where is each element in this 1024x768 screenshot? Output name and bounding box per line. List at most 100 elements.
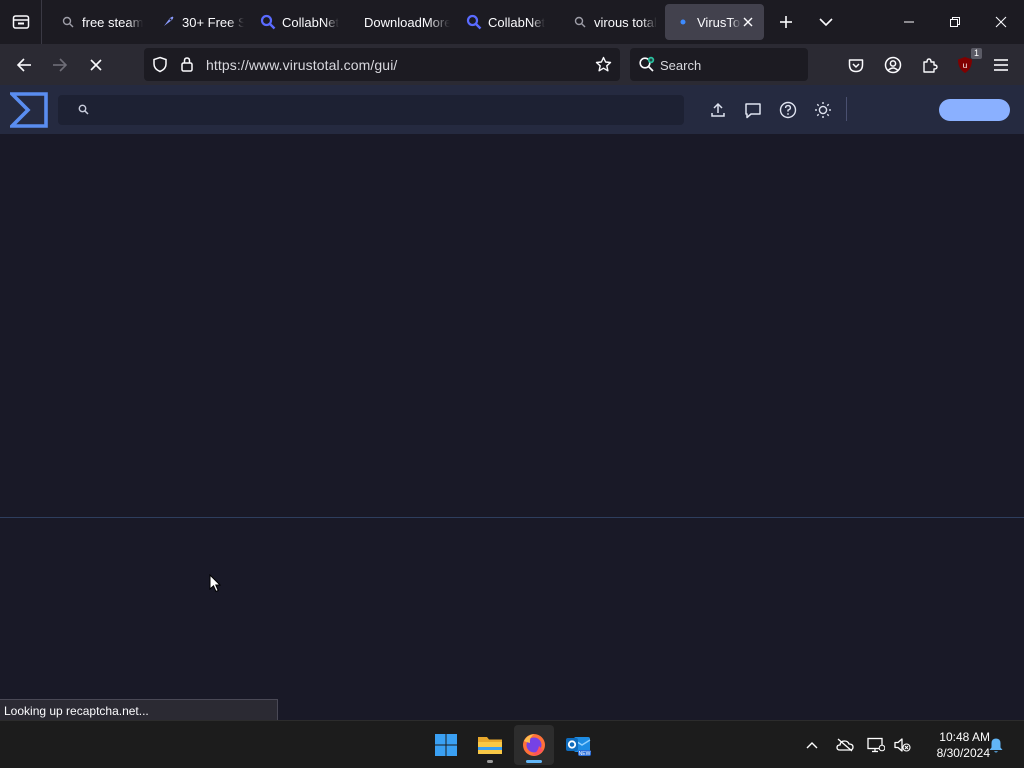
tab-collabnet-2[interactable]: CollabNet xyxy=(452,4,552,40)
windows-start-icon xyxy=(435,734,457,756)
taskbar-outlook[interactable]: NEW xyxy=(558,725,598,765)
search-placeholder: Search xyxy=(660,58,702,73)
onedrive-offline-icon xyxy=(836,738,854,752)
tab-title: virous total xyxy=(594,14,657,30)
pocket-button[interactable] xyxy=(841,50,871,80)
search-icon xyxy=(78,104,89,115)
clock-date: 8/30/2024 xyxy=(936,746,990,760)
tab-title: CollabNet xyxy=(282,14,340,30)
chat-icon xyxy=(745,102,761,118)
new-tab-button[interactable] xyxy=(772,8,800,36)
close-window-button[interactable] xyxy=(978,0,1024,44)
upload-file-button[interactable] xyxy=(707,99,729,121)
svg-text:u: u xyxy=(963,61,967,70)
tab-downloadmore[interactable]: DownloadMore xyxy=(350,4,450,40)
chevron-up-icon xyxy=(806,742,818,749)
restore-icon xyxy=(950,17,960,27)
running-indicator xyxy=(487,760,493,763)
taskbar-firefox[interactable] xyxy=(514,725,554,765)
firefox-view-button[interactable] xyxy=(0,0,42,44)
url-bar[interactable]: https://www.virustotal.com/gui/ xyxy=(144,48,620,81)
forward-button[interactable] xyxy=(45,50,75,80)
volume-tray[interactable] xyxy=(892,735,912,755)
tab-title: VirusTotal xyxy=(697,14,741,30)
start-button[interactable] xyxy=(426,725,466,765)
sign-in-button-placeholder[interactable] xyxy=(939,99,1010,121)
firefox-view-icon xyxy=(12,15,29,29)
speaker-muted-icon xyxy=(894,738,911,752)
virustotal-search-box[interactable] xyxy=(58,95,684,125)
virustotal-footer xyxy=(0,518,1024,720)
account-icon xyxy=(884,56,902,74)
app-menu-button[interactable] xyxy=(986,50,1016,80)
collabnet-search-icon xyxy=(466,14,482,30)
clock-time: 10:48 AM xyxy=(939,730,990,744)
theme-toggle-button[interactable] xyxy=(812,99,834,121)
upload-icon xyxy=(711,102,725,117)
back-button[interactable] xyxy=(9,50,39,80)
account-button[interactable] xyxy=(878,50,908,80)
collabnet-search-icon xyxy=(260,14,276,30)
network-tray[interactable] xyxy=(866,735,886,755)
network-ethernet-icon xyxy=(867,737,885,753)
ublock-extension-button[interactable]: u 1 xyxy=(950,48,982,80)
extension-badge: 1 xyxy=(970,48,982,59)
tab-free-steam[interactable]: free steam xyxy=(46,4,146,40)
navigation-toolbar: https://www.virustotal.com/gui/ Search u… xyxy=(0,44,1024,85)
bookmark-star-icon[interactable] xyxy=(595,56,612,73)
virustotal-search-input[interactable] xyxy=(98,95,668,125)
tab-virous-total[interactable]: virous total xyxy=(558,4,658,40)
minimize-button[interactable] xyxy=(886,0,932,44)
rocket-icon xyxy=(160,14,176,30)
url-text: https://www.virustotal.com/gui/ xyxy=(206,57,398,73)
forward-arrow-icon xyxy=(53,58,68,72)
virustotal-logo[interactable] xyxy=(10,92,48,128)
ublock-origin-icon: u xyxy=(958,57,972,73)
tab-collabnet-1[interactable]: CollabNet xyxy=(246,4,346,40)
header-divider xyxy=(846,97,847,121)
lock-icon[interactable] xyxy=(180,56,194,72)
list-all-tabs-button[interactable] xyxy=(812,8,840,36)
status-panel: Looking up recaptcha.net... xyxy=(0,699,278,721)
tab-title: CollabNet xyxy=(488,14,546,30)
system-clock[interactable]: 10:48 AM 8/30/2024 xyxy=(918,729,990,761)
search-engine-icon xyxy=(638,56,656,74)
virustotal-main-loading xyxy=(0,134,1024,516)
active-indicator xyxy=(526,760,542,763)
tab-title: DownloadMore xyxy=(364,14,450,30)
taskbar-file-explorer[interactable] xyxy=(470,725,510,765)
pocket-icon xyxy=(848,58,864,72)
stop-icon xyxy=(90,59,102,71)
search-icon xyxy=(60,14,76,30)
search-icon xyxy=(572,14,588,30)
tab-strip: free steam 30+ Free Steam CollabNet Down… xyxy=(0,0,1024,44)
bell-icon xyxy=(989,738,1003,752)
help-button[interactable] xyxy=(777,99,799,121)
svg-text:NEW: NEW xyxy=(579,751,591,757)
virustotal-header xyxy=(0,85,1024,134)
theme-toggle-icon xyxy=(815,102,831,118)
puzzle-piece-icon xyxy=(922,57,938,73)
tab-30-free-steam[interactable]: 30+ Free Steam xyxy=(146,4,244,40)
onedrive-tray[interactable] xyxy=(835,735,855,755)
extensions-button[interactable] xyxy=(914,50,944,80)
hamburger-menu-icon xyxy=(994,59,1008,71)
stop-loading-button[interactable] xyxy=(81,50,111,80)
page-content xyxy=(0,85,1024,720)
show-hidden-icons-button[interactable] xyxy=(802,735,822,755)
outlook-icon: NEW xyxy=(566,737,591,757)
search-bar[interactable]: Search xyxy=(630,48,808,81)
tab-title: 30+ Free Steam xyxy=(182,14,244,30)
tab-virustotal[interactable]: VirusTotal xyxy=(665,4,764,40)
notifications-button[interactable] xyxy=(986,735,1006,755)
restore-button[interactable] xyxy=(932,0,978,44)
plus-icon xyxy=(780,16,792,28)
mouse-cursor-icon xyxy=(209,574,221,593)
minimize-icon xyxy=(904,21,914,23)
close-tab-icon[interactable] xyxy=(742,16,754,28)
community-button[interactable] xyxy=(742,99,764,121)
shield-icon[interactable] xyxy=(152,56,168,73)
help-icon xyxy=(779,101,797,119)
close-icon xyxy=(995,16,1007,28)
windows-taskbar: NEW 10:48 AM 8/30/2024 xyxy=(0,720,1024,768)
